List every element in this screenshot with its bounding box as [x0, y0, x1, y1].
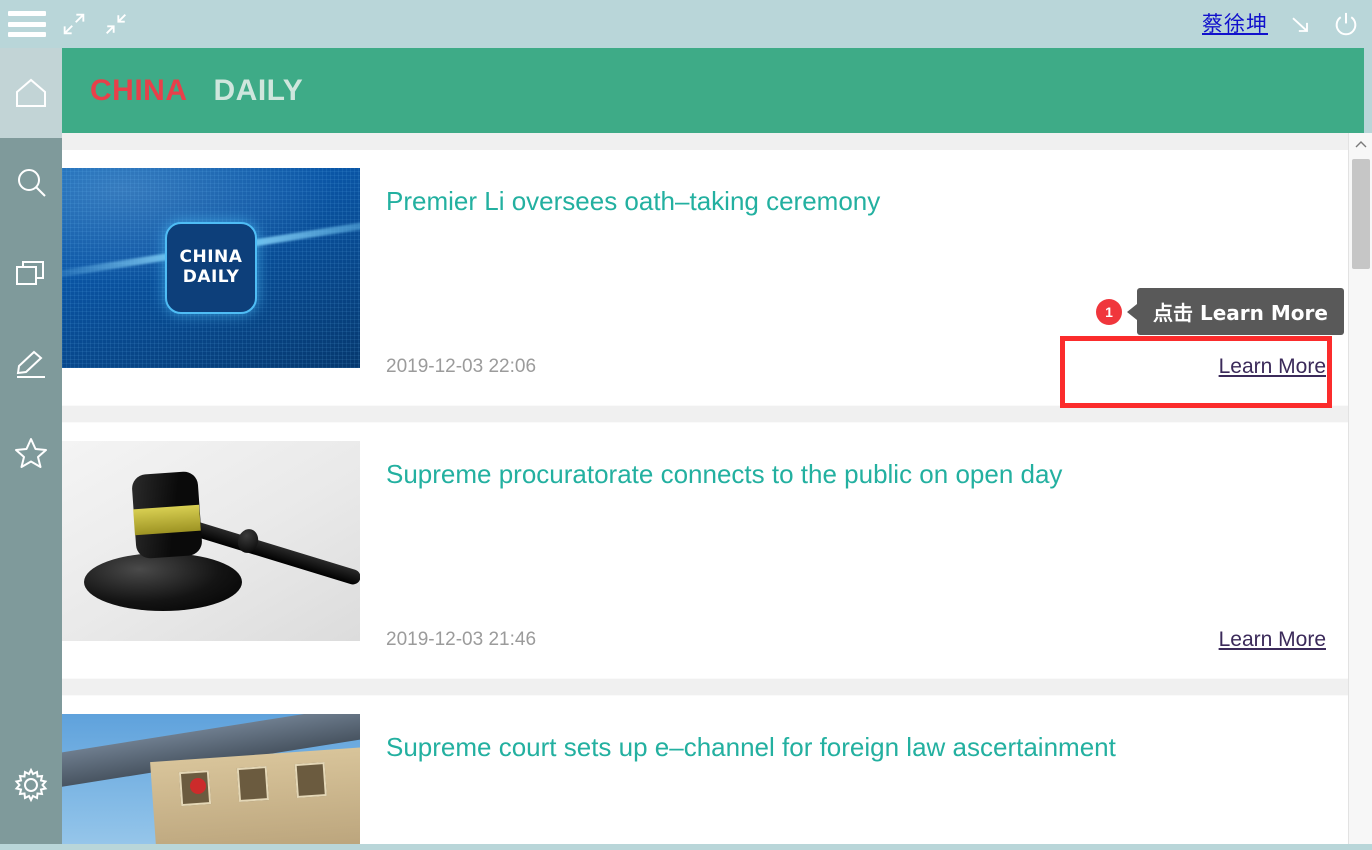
article-body: Supreme procuratorate connects to the pu… [360, 441, 1348, 678]
article-title[interactable]: Supreme procuratorate connects to the pu… [386, 459, 1326, 490]
temple-window [294, 762, 327, 799]
article-body: Premier Li oversees oath–taking ceremony… [360, 168, 1348, 405]
scroll-up-button[interactable] [1349, 133, 1372, 155]
article-title[interactable]: Premier Li oversees oath–taking ceremony [386, 186, 1326, 217]
page-content: CHINA DAILY CHINA DAILY Premier Li overs… [62, 48, 1372, 850]
topbar-left-controls [0, 10, 130, 38]
username-link[interactable]: 蔡徐坤 [1202, 13, 1268, 35]
brand-header: CHINA DAILY [62, 48, 1364, 133]
article-thumbnail[interactable]: CHINA DAILY [62, 168, 360, 368]
sidebar-item-favorites[interactable] [0, 408, 62, 498]
list-top-band [62, 133, 1348, 150]
article-title[interactable]: Supreme court sets up e–channel for fore… [386, 732, 1326, 763]
collapse-arrows-icon[interactable] [102, 10, 130, 38]
sidebar-item-edit[interactable] [0, 318, 62, 408]
power-icon[interactable] [1332, 10, 1360, 38]
article-thumbnail[interactable] [62, 441, 360, 641]
article-footer: 2019-12-03 21:46 Learn More [386, 628, 1326, 652]
tooltip-arrow-icon [1127, 303, 1137, 320]
gavel-base [84, 553, 242, 611]
temple-building-photo [62, 714, 360, 850]
article-date: 2019-12-03 22:06 [386, 356, 537, 377]
windows-copy-icon [14, 257, 48, 289]
left-sidebar [0, 48, 62, 850]
temple-facade [150, 746, 360, 850]
search-icon [14, 166, 48, 200]
pencil-edit-icon [14, 347, 48, 379]
sidebar-item-search[interactable] [0, 138, 62, 228]
sidebar-item-windows[interactable] [0, 228, 62, 318]
scrollbar-thumb[interactable] [1352, 159, 1370, 269]
china-daily-logo-badge: CHINA DAILY [165, 222, 257, 314]
gavel-photo [62, 441, 360, 641]
sidebar-item-home[interactable] [0, 48, 62, 138]
news-card[interactable]: Supreme court sets up e–channel for fore… [62, 696, 1348, 850]
sidebar-item-settings[interactable] [0, 740, 62, 830]
tooltip-text: 点击 Learn More [1137, 288, 1344, 335]
temple-lantern [190, 778, 206, 794]
learn-more-link[interactable]: Learn More [1219, 355, 1326, 379]
hamburger-line [8, 32, 46, 37]
top-system-bar: 蔡徐坤 [0, 0, 1372, 48]
article-footer: 2019-12-03 22:06 Learn More [386, 355, 1326, 379]
card-separator [62, 405, 1348, 423]
card-separator [62, 678, 1348, 696]
news-list: CHINA DAILY Premier Li oversees oath–tak… [62, 133, 1348, 850]
gavel-gold-band [133, 504, 201, 536]
hamburger-line [8, 21, 46, 27]
temple-window [236, 766, 270, 803]
hamburger-line [8, 11, 46, 16]
logo-line-2: DAILY [182, 267, 240, 287]
gear-icon [13, 767, 49, 803]
vertical-scrollbar[interactable] [1348, 133, 1372, 850]
learn-more-link[interactable]: Learn More [1219, 628, 1326, 652]
home-icon [13, 76, 49, 110]
article-thumbnail[interactable] [62, 714, 360, 850]
brand-name-secondary: DAILY [213, 73, 304, 107]
article-date: 2019-12-03 21:46 [386, 629, 537, 650]
china-daily-logo-image: CHINA DAILY [62, 168, 360, 368]
hamburger-menu-icon[interactable] [8, 11, 46, 37]
logo-line-1: CHINA [179, 247, 243, 268]
window-bottom-edge [0, 844, 1372, 850]
minimize-arrow-icon[interactable] [1286, 10, 1314, 38]
topbar-right-controls: 蔡徐坤 [1202, 0, 1360, 48]
step-tooltip: 1 点击 Learn More [1096, 288, 1344, 335]
news-card[interactable]: Supreme procuratorate connects to the pu… [62, 423, 1348, 678]
step-number-badge: 1 [1096, 298, 1122, 325]
article-body: Supreme court sets up e–channel for fore… [360, 714, 1348, 850]
news-card[interactable]: CHINA DAILY Premier Li oversees oath–tak… [62, 150, 1348, 405]
star-icon [13, 436, 49, 470]
expand-arrows-icon[interactable] [60, 10, 88, 38]
brand-name-primary: CHINA [90, 73, 188, 107]
